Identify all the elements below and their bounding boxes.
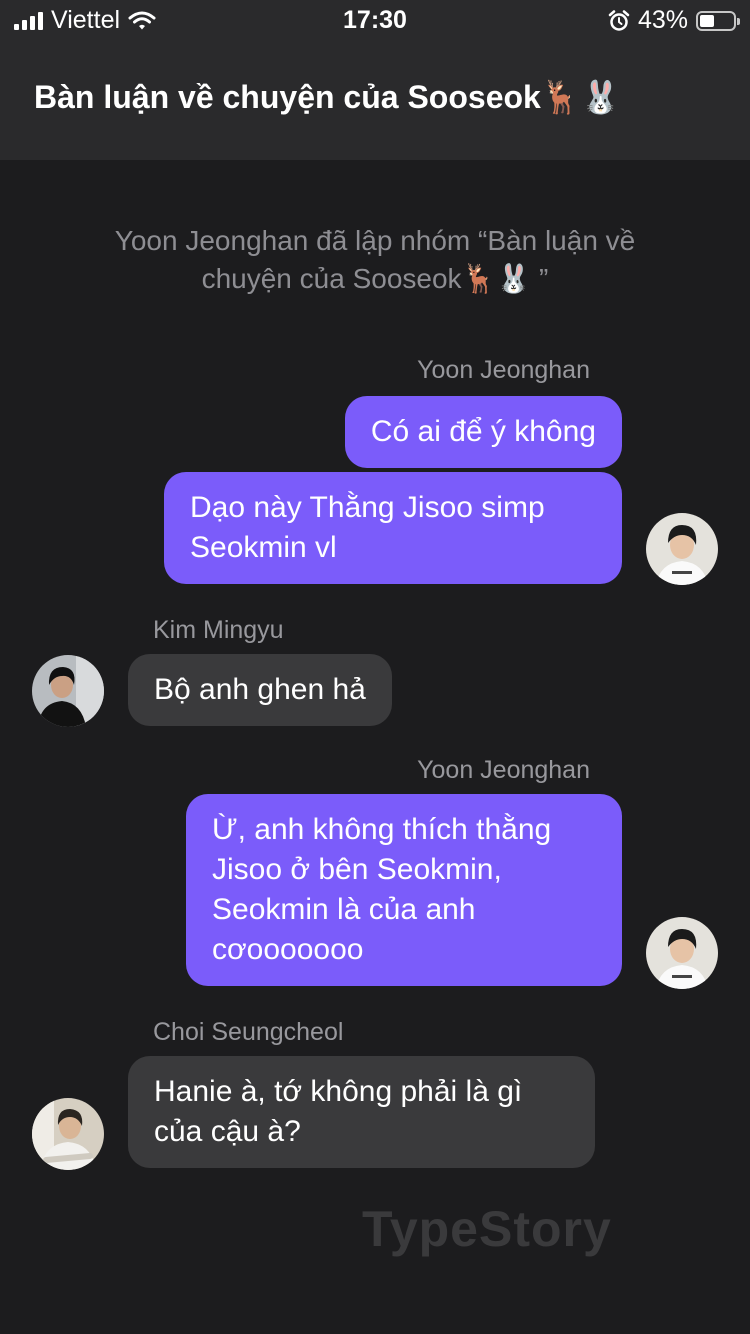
battery-percent: 43% [637,6,688,34]
system-message: Yoon Jeonghan đã lập nhóm “Bàn luận về c… [114,225,636,294]
status-right: 43% [608,6,740,35]
group-title[interactable]: Bàn luận về chuyện của Sooseok🦌🐰 [34,79,621,115]
message-bubble[interactable]: Ừ, anh không thích thằng Jisoo ở bên Seo… [186,794,622,986]
alarm-icon [608,9,630,31]
sender-name: Yoon Jeonghan [417,756,590,784]
avatar-choi-seungcheol[interactable] [32,1098,104,1170]
battery-icon [696,10,740,31]
avatar-kim-mingyu[interactable] [32,655,104,727]
sender-name: Yoon Jeonghan [417,356,590,384]
sender-name: Choi Seungcheol [153,1018,344,1046]
message-bubble[interactable]: Dạo này Thằng Jisoo simp Seokmin vl [164,472,622,584]
status-bar: Viettel 17:30 43% [0,0,750,40]
avatar-yoon-jeonghan[interactable] [646,917,718,989]
message-bubble[interactable]: Bộ anh ghen hả [128,654,392,726]
typestory-watermark: TypeStory [362,1201,612,1257]
avatar-yoon-jeonghan[interactable] [646,513,718,585]
message-bubble[interactable]: Có ai để ý không [344,396,622,468]
chat-header: Bàn luận về chuyện của Sooseok🦌🐰 [0,40,750,160]
sender-name: Kim Mingyu [153,616,284,644]
battery-level [700,14,714,27]
message-bubble[interactable]: Hanie à, tớ không phải là gì của cậu à? [128,1056,595,1168]
